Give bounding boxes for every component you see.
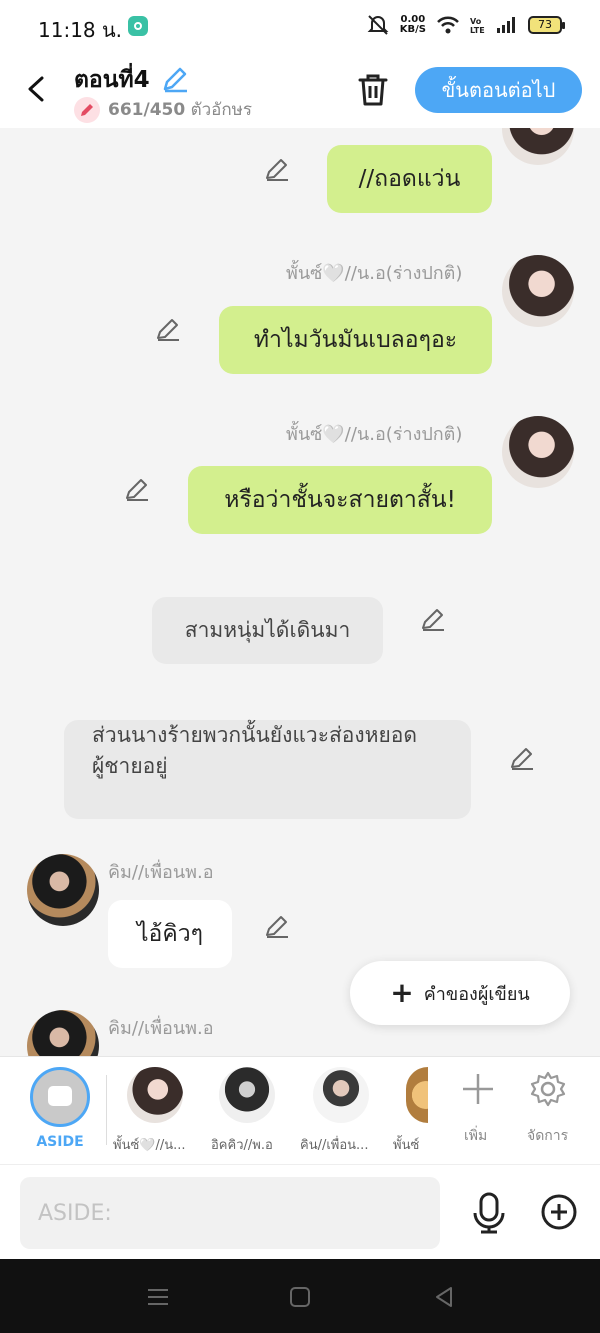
message-bubble[interactable]: ทำไมวันมันเบลอๆอะ [219,306,492,374]
status-time: 11:18 น. [38,18,123,42]
narration-line: ผู้ชายอยู่ [92,754,168,778]
trash-icon[interactable] [356,72,390,108]
edit-title-icon[interactable] [160,64,190,94]
manage-label[interactable]: จัดการ [527,1125,568,1147]
add-icon[interactable] [458,1069,498,1109]
volte-icon: VoLTE [470,17,485,35]
chat-area[interactable]: //ถอดแว่น พั้นซ์🤍//น.อ(ร่างปกติ) ทำไมวัน… [0,128,600,1056]
episode-title[interactable]: ตอนที่4 [74,62,150,98]
edit-message-icon[interactable] [420,606,446,632]
character-bar: ASIDE พั้นซ์🤍//น... อิคคิว//พ.อ คิน//เพื… [0,1056,600,1164]
app-notification-icon [128,16,148,36]
message-sender: คิม//เพื่อนพ.อ [108,1018,214,1039]
writer-note-button[interactable]: + คำของผู้เขียน [350,961,570,1025]
character-avatar[interactable] [313,1067,369,1123]
pencil-badge-icon [74,96,100,123]
character-label[interactable]: อิคคิว//พ.อ [211,1134,273,1155]
next-step-button[interactable]: ขั้นตอนต่อไป [415,67,582,113]
character-label[interactable]: พั้นซ์ [393,1134,428,1155]
gear-icon[interactable] [528,1069,568,1109]
edit-message-icon[interactable] [509,745,535,771]
avatar[interactable] [502,416,574,488]
svg-text:LTE: LTE [470,26,485,35]
back-icon[interactable] [22,72,52,106]
battery-icon: 73 [528,16,565,34]
avatar[interactable] [502,128,574,165]
back-nav-icon[interactable] [432,1285,456,1309]
message-input[interactable] [20,1177,440,1249]
message-sender: พั้นซ์🤍//น.อ(ร่างปกติ) [286,263,463,284]
narration-bubble[interactable]: สามหนุ่มได้เดินมา [152,597,383,664]
character-label[interactable]: คิน//เพื่อน... [300,1134,368,1155]
wifi-icon [437,16,459,34]
network-speed: 0.00 KB/S [400,15,426,35]
system-nav-bar [0,1259,600,1333]
signal-icon [497,17,515,33]
plus-icon: + [390,976,414,1009]
char-count-unit: ตัวอักษร [190,100,253,120]
writer-note-label: คำของผู้เขียน [423,983,530,1005]
message-bubble[interactable]: หรือว่าชั้นจะสายตาสั้น! [188,466,492,534]
char-count-text: 661/450 ตัวอักษร [108,96,252,123]
message-bubble[interactable]: ไอ้คิวๆ [108,900,232,968]
editor-header: ตอนที่4 661/450 ตัวอักษร ขั้นตอนต่อไป [0,52,600,128]
menu-icon[interactable] [146,1285,170,1309]
microphone-icon[interactable] [470,1191,508,1235]
svg-text:Vo: Vo [470,17,482,26]
narration-bubble[interactable]: ส่วนนางร้ายพวกนั้นยังแวะส่องหยอด ผู้ชายอ… [64,720,471,819]
status-icons: 0.00 KB/S Vo LTE 73 [366,14,565,36]
status-bar: 11:18 น. 0.00 KB/S Vo LTE 73 [0,0,600,52]
avatar[interactable] [27,1010,99,1056]
edit-message-icon[interactable] [155,316,181,342]
network-speed-unit: KB/S [399,24,426,35]
add-label[interactable]: เพิ่ม [464,1125,487,1147]
home-icon[interactable] [288,1285,312,1309]
char-count: 661/450 ตัวอักษร [74,96,252,123]
char-count-value: 661/450 [108,100,186,120]
edit-message-icon[interactable] [124,476,150,502]
message-sender: พั้นซ์🤍//น.อ(ร่างปกติ) [286,424,463,445]
aside-label[interactable]: ASIDE [28,1134,92,1150]
edit-message-icon[interactable] [264,913,290,939]
aside-icon[interactable] [30,1067,90,1127]
character-avatar[interactable] [406,1067,428,1123]
narration-line: ส่วนนางร้ายพวกนั้นยังแวะส่องหยอด [92,723,418,747]
message-sender: คิม//เพื่อนพ.อ [108,862,214,883]
add-circle-icon[interactable] [540,1193,578,1231]
character-avatar[interactable] [127,1067,183,1123]
character-label[interactable]: พั้นซ์🤍//น... [113,1134,186,1155]
avatar[interactable] [27,854,99,926]
avatar[interactable] [502,255,574,327]
input-bar [0,1164,600,1259]
mute-icon [367,15,389,35]
edit-message-icon[interactable] [264,156,290,182]
divider [106,1075,107,1145]
character-avatar[interactable] [219,1067,275,1123]
message-bubble[interactable]: //ถอดแว่น [327,145,492,213]
